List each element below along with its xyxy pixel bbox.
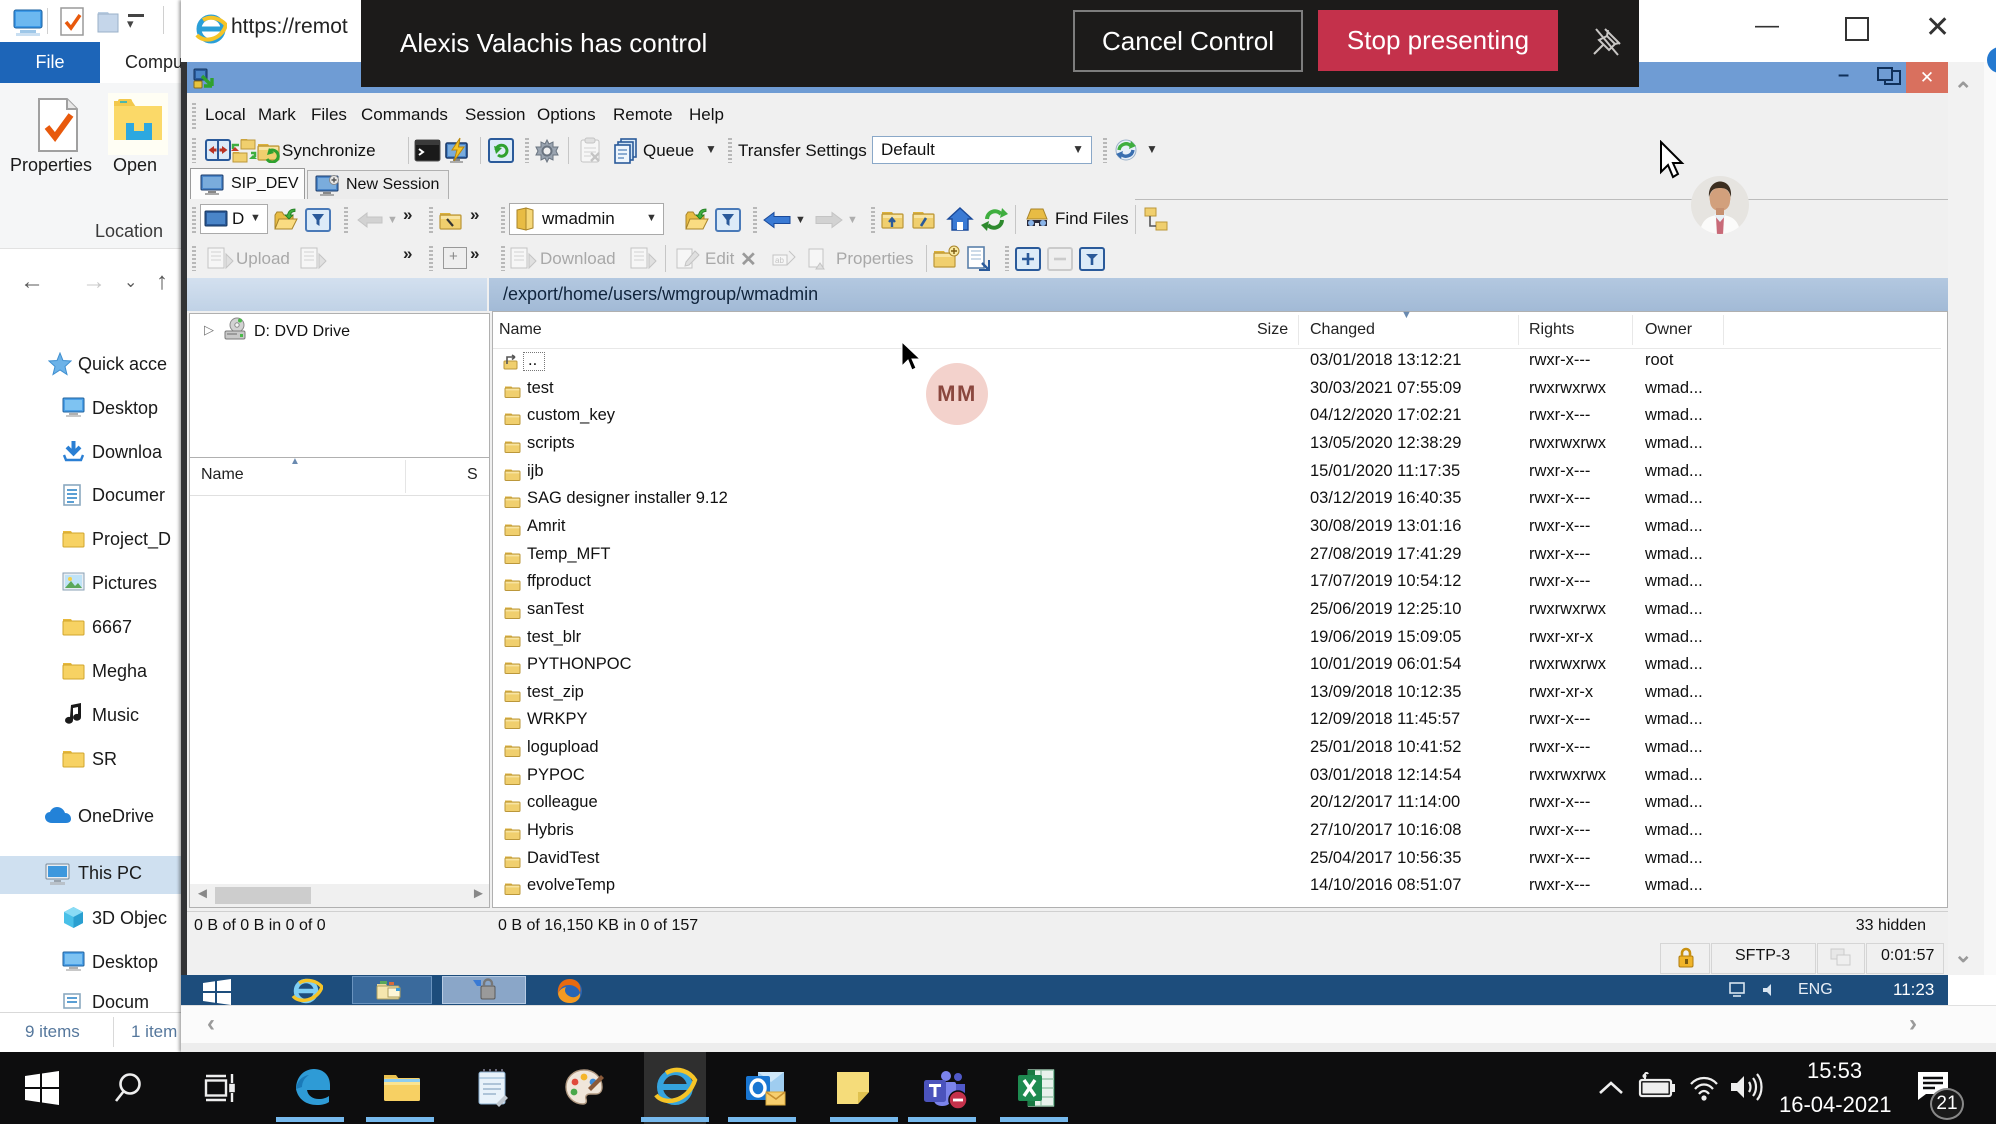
svg-text:ab: ab <box>775 256 784 265</box>
